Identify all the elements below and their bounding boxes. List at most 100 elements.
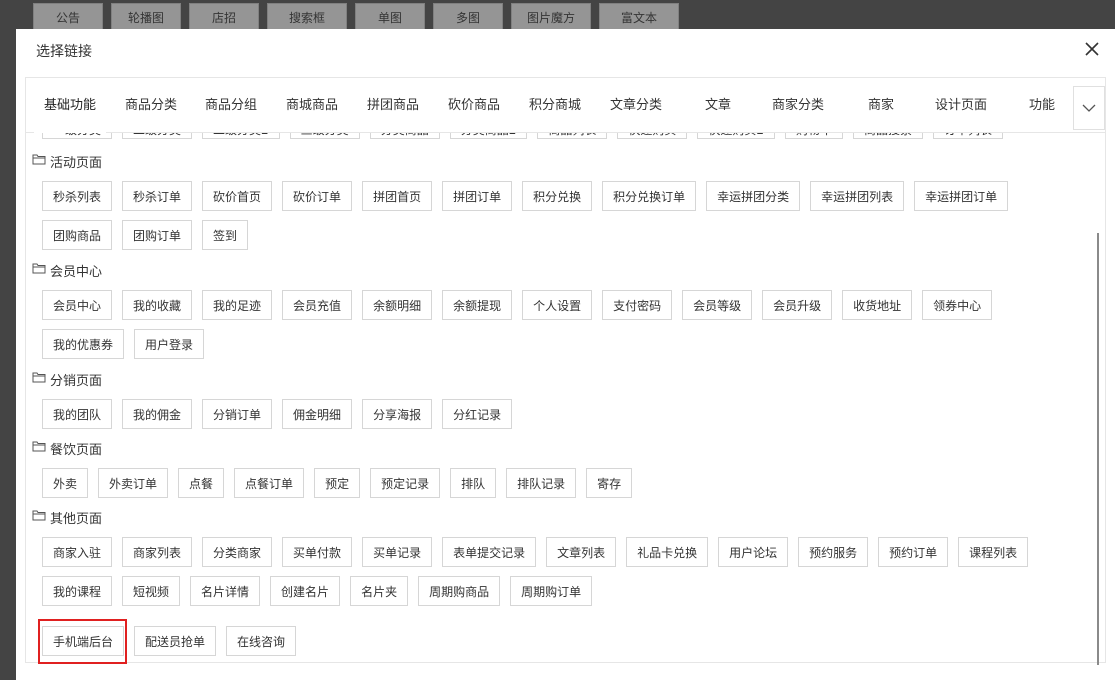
link-button[interactable]: 礼品卡兑换	[626, 537, 709, 567]
link-button[interactable]: 周期购商品	[418, 576, 501, 606]
section-label: 其他页面	[50, 511, 103, 527]
link-button[interactable]: 课程列表	[958, 537, 1029, 567]
link-button[interactable]: 会员升级	[762, 290, 833, 320]
tab-4[interactable]: 拼团商品	[367, 78, 419, 132]
link-button[interactable]: 配送员抢单	[134, 626, 217, 656]
link-button[interactable]: 短视频	[122, 576, 181, 606]
tab-2[interactable]: 商品分组	[205, 78, 257, 132]
link-button[interactable]: 用户论坛	[718, 537, 789, 567]
link-button[interactable]: 排队记录	[506, 468, 577, 498]
tab-3[interactable]: 商城商品	[286, 78, 338, 132]
link-button[interactable]: 名片详情	[190, 576, 261, 606]
link-button[interactable]: 积分兑换订单	[602, 181, 697, 211]
link-button[interactable]: 拼团订单	[442, 181, 513, 211]
link-button[interactable]: 表单提交记录	[442, 537, 537, 567]
link-button[interactable]: 余额提现	[442, 290, 513, 320]
link-button[interactable]: 幸运拼团订单	[914, 181, 1009, 211]
link-button[interactable]: 预约订单	[878, 537, 949, 567]
link-button[interactable]: 分享海报	[362, 399, 433, 429]
link-button[interactable]: 在线咨询	[226, 626, 297, 656]
link-button[interactable]: 幸运拼团列表	[810, 181, 905, 211]
folder-icon	[32, 153, 46, 169]
link-button[interactable]: 签到	[202, 220, 249, 250]
close-icon[interactable]	[1083, 40, 1101, 58]
link-button[interactable]: 点餐订单	[234, 468, 305, 498]
link-button[interactable]: 拼团首页	[362, 181, 433, 211]
link-button[interactable]: 文章列表	[546, 537, 617, 567]
link-button[interactable]: 预约服务	[798, 537, 869, 567]
link-button[interactable]: 商家入驻	[42, 537, 113, 567]
tab-12[interactable]: 功能	[1029, 78, 1055, 132]
link-button[interactable]: 外卖	[42, 468, 89, 498]
link-button[interactable]: 秒杀订单	[122, 181, 193, 211]
link-row: 我的课程 短视频 名片详情 创建名片 名片夹 周期购商品 周期购订单	[42, 576, 593, 606]
link-button[interactable]: 外卖订单	[98, 468, 169, 498]
section-title: 会员中心	[32, 261, 102, 280]
link-row: 商家入驻 商家列表 分类商家 买单付款 买单记录 表单提交记录 文章列表 礼品卡兑换 用户论坛预…	[42, 537, 1029, 567]
link-button[interactable]: 支付密码	[602, 290, 673, 320]
section-title: 餐饮页面	[32, 439, 102, 458]
link-row: 秒杀列表 秒杀订单 砍价首页 砍价订单 拼团首页 拼团订单 积分兑换 积分兑换订单 幸运拼团分类…	[42, 181, 1009, 211]
tab-8[interactable]: 文章	[705, 78, 731, 132]
link-button[interactable]: 幸运拼团分类	[706, 181, 801, 211]
tab-0[interactable]: 基础功能	[33, 78, 107, 133]
link-content: 一级分类二级分类二级分类2三级分类分类商品分类商品2商品列表快速购买快速购买2购…	[26, 78, 1105, 662]
link-button[interactable]: 名片夹	[350, 576, 409, 606]
link-button[interactable]: 我的佣金	[122, 399, 193, 429]
link-button[interactable]: 团购商品	[42, 220, 113, 250]
tab-5[interactable]: 砍价商品	[448, 78, 500, 132]
link-button[interactable]: 领券中心	[922, 290, 993, 320]
tab-9[interactable]: 商家分类	[772, 78, 824, 132]
tabs-more-button[interactable]	[1073, 86, 1105, 130]
link-button[interactable]: 秒杀列表	[42, 181, 113, 211]
link-button[interactable]: 积分兑换	[522, 181, 593, 211]
link-button[interactable]: 个人设置	[522, 290, 593, 320]
section-label: 活动页面	[50, 155, 103, 171]
link-button[interactable]: 买单记录	[362, 537, 433, 567]
link-button[interactable]: 收货地址	[842, 290, 913, 320]
link-button[interactable]: 会员中心	[42, 290, 113, 320]
tab-7[interactable]: 文章分类	[610, 78, 662, 132]
link-button[interactable]: 分红记录	[442, 399, 513, 429]
link-button[interactable]: 商家列表	[122, 537, 193, 567]
link-row: 我的优惠券 用户登录	[42, 329, 205, 359]
link-button[interactable]: 分类商家	[202, 537, 273, 567]
link-button[interactable]: 我的收藏	[122, 290, 193, 320]
link-button[interactable]: 排队	[450, 468, 497, 498]
link-button[interactable]: 寄存	[586, 468, 633, 498]
folder-icon	[32, 440, 46, 456]
link-row: 手机端后台 配送员抢单 在线咨询	[42, 626, 297, 656]
tab-1[interactable]: 商品分类	[125, 78, 177, 132]
folder-icon	[32, 262, 46, 278]
link-button[interactable]: 预定记录	[370, 468, 441, 498]
link-button[interactable]: 我的优惠券	[42, 329, 125, 359]
link-row: 我的团队 我的佣金 分销订单 佣金明细 分享海报 分红记录	[42, 399, 513, 429]
link-button[interactable]: 分销订单	[202, 399, 273, 429]
tab-10[interactable]: 商家	[868, 78, 894, 132]
chevron-down-icon	[1082, 104, 1096, 112]
tab-11[interactable]: 设计页面	[935, 78, 987, 132]
link-row: 外卖 外卖订单 点餐 点餐订单 预定 预定记录 排队 排队记录 寄存	[42, 468, 633, 498]
link-button[interactable]: 买单付款	[282, 537, 353, 567]
tab-6[interactable]: 积分商城	[529, 78, 581, 132]
link-button[interactable]: 砍价订单	[282, 181, 353, 211]
link-button[interactable]: 我的团队	[42, 399, 113, 429]
link-button[interactable]: 会员充值	[282, 290, 353, 320]
link-button[interactable]: 手机端后台	[42, 626, 125, 656]
link-button[interactable]: 点餐	[178, 468, 225, 498]
link-button[interactable]: 余额明细	[362, 290, 433, 320]
link-button[interactable]: 佣金明细	[282, 399, 353, 429]
link-row: 团购商品 团购订单 签到	[42, 220, 249, 250]
scrollbar[interactable]	[1097, 233, 1099, 665]
link-button[interactable]: 会员等级	[682, 290, 753, 320]
folder-icon	[32, 371, 46, 387]
link-button[interactable]: 我的足迹	[202, 290, 273, 320]
link-button[interactable]: 我的课程	[42, 576, 113, 606]
link-button[interactable]: 周期购订单	[510, 576, 593, 606]
link-button[interactable]: 砍价首页	[202, 181, 273, 211]
section-title: 分销页面	[32, 370, 102, 389]
link-button[interactable]: 用户登录	[134, 329, 205, 359]
link-button[interactable]: 创建名片	[270, 576, 341, 606]
link-button[interactable]: 预定	[314, 468, 361, 498]
link-button[interactable]: 团购订单	[122, 220, 193, 250]
